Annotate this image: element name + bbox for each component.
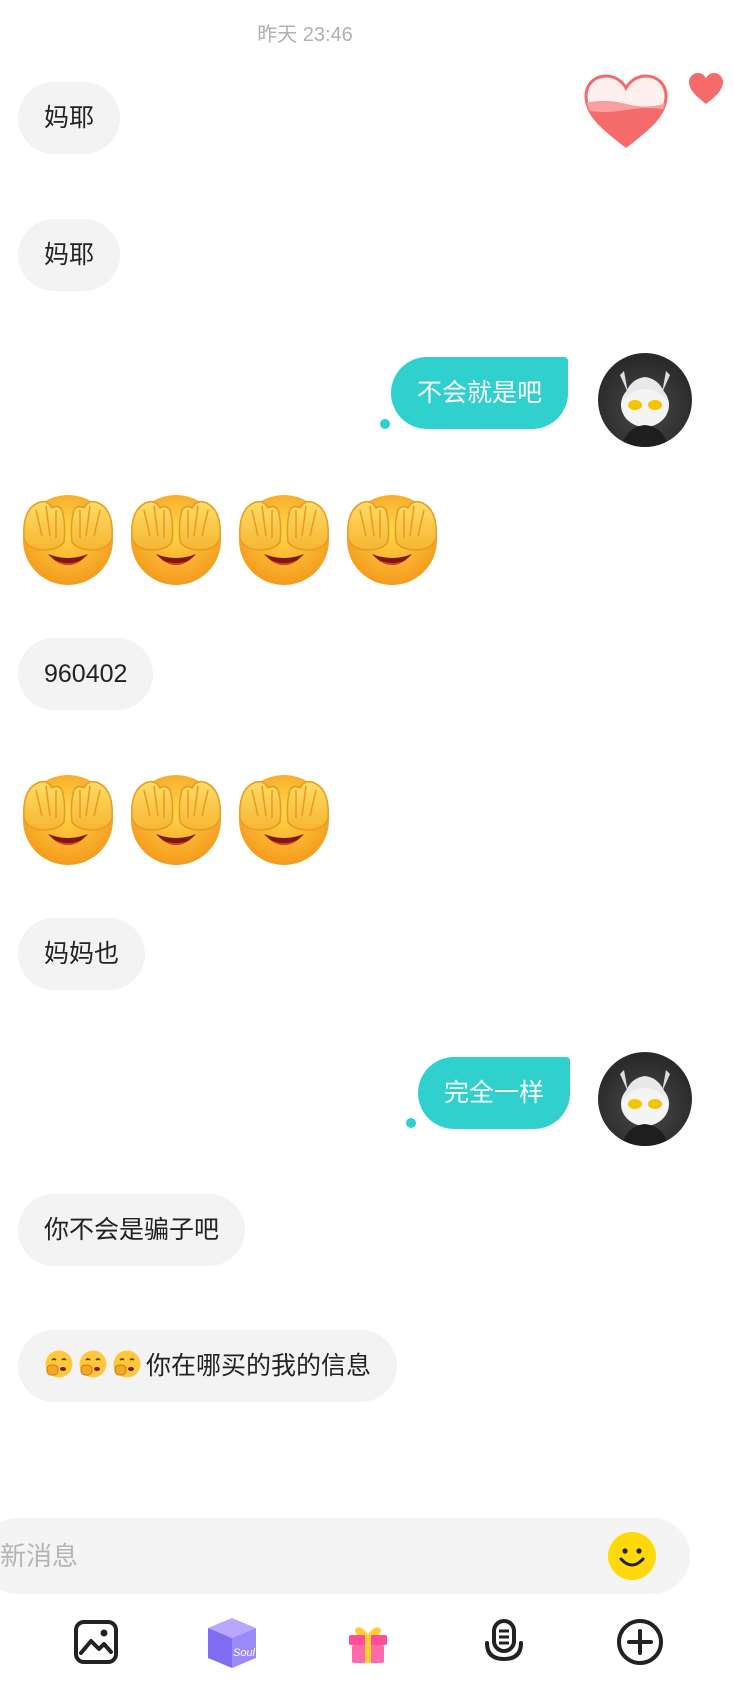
emoji-button-icon[interactable] [607,1531,657,1581]
see-no-evil-face-icon [131,495,221,585]
sent-status-dot [380,419,390,429]
shushing-face-emojis [44,1350,146,1380]
message-input[interactable]: 新消息 [0,1518,690,1594]
see-no-evil-face-icon [23,775,113,865]
soul-box-button[interactable]: Soul [202,1612,262,1672]
sent-status-dot [406,1118,416,1128]
more-button[interactable] [610,1612,670,1672]
heart-level-icon[interactable] [582,72,670,150]
shushing-face-icon [113,1350,141,1378]
message-bubble-incoming[interactable]: 妈耶 [18,82,121,154]
message-bubble-outgoing[interactable]: 完全一样 [418,1057,571,1129]
message-bubble-incoming[interactable]: 你在哪买的我的信息 [18,1330,398,1402]
message-bubble-outgoing[interactable]: 不会就是吧 [391,357,569,429]
shushing-face-icon [79,1350,107,1378]
avatar[interactable] [598,353,692,447]
avatar-image [620,371,670,447]
emoji-message[interactable] [18,488,442,588]
image-button[interactable] [66,1612,126,1672]
see-no-evil-face-icon [23,495,113,585]
see-no-evil-face-icon [131,775,221,865]
soul-box-label: Soul [233,1647,256,1659]
gift-icon [349,1627,387,1663]
image-icon [74,1620,118,1664]
message-bubble-incoming[interactable]: 妈妈也 [18,918,146,990]
message-bubble-incoming[interactable]: 960402 [18,638,154,710]
plus-circle-icon [617,1619,663,1665]
message-text: 你在哪买的我的信息 [146,1352,372,1380]
see-no-evil-face-icon [239,775,329,865]
avatar[interactable] [598,1052,692,1146]
message-bubble-incoming[interactable]: 你不会是骗子吧 [18,1194,246,1266]
gift-button[interactable] [338,1612,398,1672]
shushing-face-icon [45,1350,73,1378]
heart-icon[interactable] [688,72,724,106]
soul-box-icon: Soul [208,1618,256,1668]
avatar-image [620,1070,670,1146]
voice-icon [485,1619,523,1662]
see-no-evil-face-icon [347,495,437,585]
message-bubble-incoming[interactable]: 妈耶 [18,219,121,291]
chat-toolbar: Soul [0,1596,734,1690]
chat-screen: 昨天 23:46 妈耶 妈耶 不会就是吧 960402 妈妈也 完全一样 你不会… [0,0,734,1690]
voice-button[interactable] [474,1612,534,1672]
message-input-placeholder: 新消息 [0,1541,79,1571]
see-no-evil-face-icon [239,495,329,585]
message-timestamp: 昨天 23:46 [257,24,353,46]
emoji-message[interactable] [18,768,334,868]
